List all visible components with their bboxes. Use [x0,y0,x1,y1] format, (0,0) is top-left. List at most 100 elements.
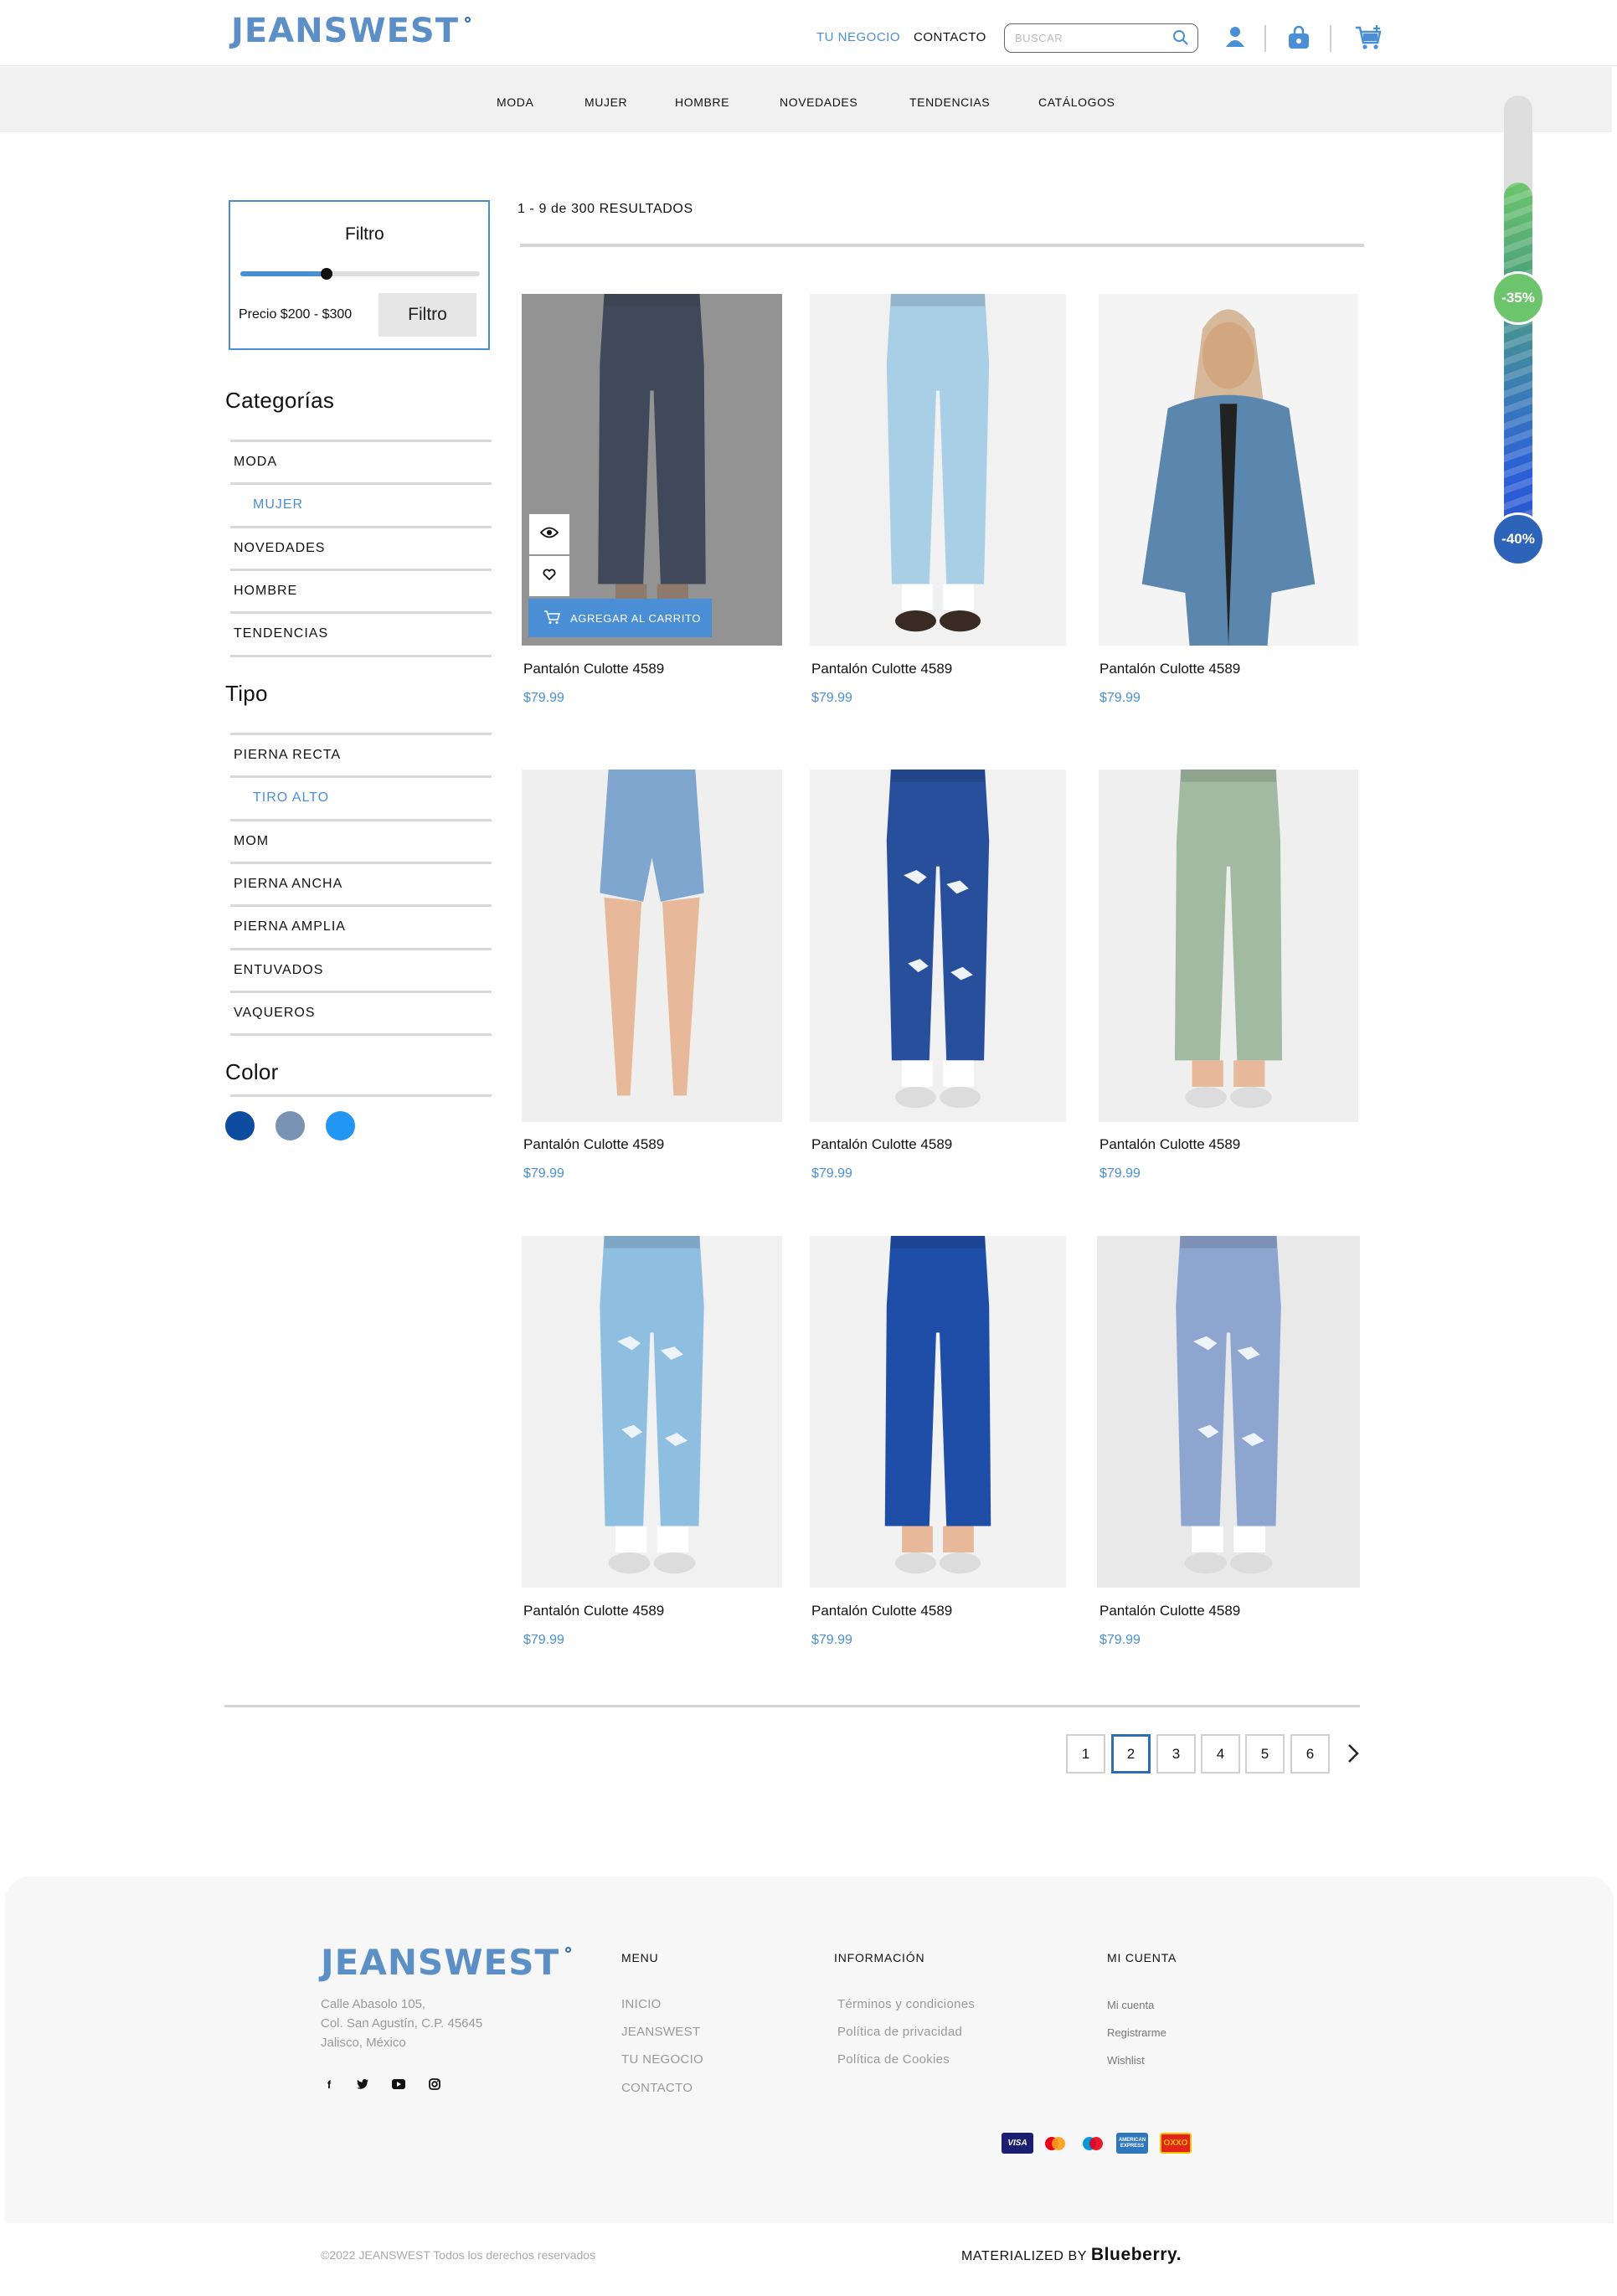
type-item-vaqueros[interactable]: VAQUEROS [234,1006,316,1021]
add-to-cart-label: AGREGAR AL CARRITO [570,611,702,625]
brand-logo-text: JEANSWEST [231,12,459,50]
product-name[interactable]: Pantalón Culotte 4589 [523,661,664,677]
credit-text[interactable]: MATERIALIZED BY Blueberry. [961,2245,1182,2265]
type-divider [230,1033,492,1037]
footer-link-privacidad[interactable]: Política de privacidad [837,2025,962,2039]
footer-account-heading: MI CUENTA [1107,1951,1177,1964]
nav-item-novedades[interactable]: NOVEDADES [780,95,857,109]
color-swatch[interactable] [225,1111,255,1140]
oxxo-payment-icon: OXXO [1160,2133,1192,2154]
facebook-icon[interactable]: f [321,2076,337,2093]
price-slider-fill [240,271,327,276]
shopping-bag-icon[interactable] [1286,25,1311,54]
category-item-mujer[interactable]: MUJER [253,497,303,512]
type-divider [230,775,492,779]
amex-payment-icon: AMERICAN EXPRESS [1116,2133,1148,2154]
mastercard-payment-icon [1039,2133,1071,2154]
product-name[interactable]: Pantalón Culotte 4589 [1099,1603,1240,1619]
category-divider [230,568,492,571]
product-image[interactable] [810,1236,1066,1588]
twitter-icon[interactable] [354,2076,371,2093]
nav-link-contact[interactable]: CONTACTO [914,30,986,44]
search-box[interactable]: BUSCAR [1004,23,1198,53]
footer-link-cookies[interactable]: Política de Cookies [837,2052,950,2067]
search-input[interactable]: BUSCAR [1015,32,1063,44]
product-price: $79.99 [1099,691,1141,705]
heart-icon [543,569,556,584]
category-item-hombre[interactable]: HOMBRE [234,584,297,599]
price-range-label: Precio $200 - $300 [239,307,353,322]
product-name[interactable]: Pantalón Culotte 4589 [811,661,952,677]
search-icon[interactable] [1172,29,1189,50]
product-price: $79.99 [1099,1166,1141,1181]
add-to-cart-button[interactable]: AGREGAR AL CARRITO [528,599,712,637]
footer-link-terminos[interactable]: Términos y condiciones [837,1997,975,2011]
footer-link-mi-cuenta[interactable]: Mi cuenta [1107,1999,1154,2011]
nav-item-tendencias[interactable]: TENDENCIAS [909,95,990,109]
footer-link-contacto[interactable]: CONTACTO [621,2081,693,2095]
page-button[interactable]: 5 [1245,1734,1285,1773]
nav-link-business[interactable]: TU NEGOCIO [816,30,900,44]
category-divider [230,525,492,528]
product-name[interactable]: Pantalón Culotte 4589 [811,1136,952,1153]
type-item-pierna-recta[interactable]: PIERNA RECTA [234,748,341,763]
product-name[interactable]: Pantalón Culotte 4589 [1099,1136,1240,1153]
type-item-pierna-amplia[interactable]: PIERNA AMPLIA [234,919,346,934]
product-name[interactable]: Pantalón Culotte 4589 [1099,661,1240,677]
page-button[interactable]: 6 [1290,1734,1330,1773]
page-button[interactable]: 4 [1201,1734,1240,1773]
instagram-icon[interactable] [426,2076,443,2093]
product-name[interactable]: Pantalón Culotte 4589 [811,1603,952,1619]
add-to-cart-icon[interactable] [1354,24,1383,55]
type-item-entuvados[interactable]: ENTUVADOS [234,963,323,978]
address-line-1: Calle Abasolo 105, [321,1997,426,2011]
category-item-moda[interactable]: MODA [234,455,277,470]
footer-link-tu-negocio[interactable]: TU NEGOCIO [621,2052,703,2067]
youtube-icon[interactable] [390,2076,407,2093]
footer-link-jeanswest[interactable]: JEANSWEST [621,2025,700,2039]
footer-link-wishlist[interactable]: Wishlist [1107,2054,1145,2067]
header-divider-2 [1330,25,1331,52]
page-button[interactable]: 1 [1066,1734,1105,1773]
category-item-tendencias[interactable]: TENDENCIAS [234,626,328,641]
product-image[interactable] [1099,294,1358,646]
product-image[interactable] [1097,1236,1360,1588]
page-button[interactable]: 3 [1156,1734,1196,1773]
footer-address: Calle Abasolo 105, Col. San Agustín, C.P… [321,1995,482,2052]
category-item-novedades[interactable]: NOVEDADES [234,541,325,556]
wishlist-button[interactable] [529,556,569,596]
color-swatch[interactable] [276,1111,305,1140]
product-image[interactable] [522,770,782,1122]
categories-heading: Categorías [225,388,335,413]
product-image[interactable] [1099,770,1358,1122]
quick-view-button[interactable] [529,514,569,554]
type-item-mom[interactable]: MOM [234,834,269,849]
product-image[interactable] [810,294,1066,646]
nav-item-hombre[interactable]: HOMBRE [675,95,729,109]
nav-item-mujer[interactable]: MUJER [584,95,627,109]
page-button[interactable]: 2 [1111,1734,1151,1773]
results-divider [520,244,1364,247]
product-image[interactable] [810,770,1066,1122]
product-price: $79.99 [811,691,852,705]
next-page-chevron-icon[interactable] [1347,1743,1360,1768]
footer-link-inicio[interactable]: INICIO [621,1997,662,2011]
nav-item-moda[interactable]: MODA [497,95,533,109]
apply-filter-button[interactable]: Filtro [379,293,476,337]
type-divider [230,904,492,908]
type-item-tiro-alto[interactable]: TIRO ALTO [253,790,329,806]
category-divider [230,440,492,442]
type-item-pierna-ancha[interactable]: PIERNA ANCHA [234,877,342,892]
nav-item-catalogos[interactable]: CATÁLOGOS [1038,95,1115,109]
color-swatch[interactable] [326,1111,355,1140]
product-image[interactable] [522,1236,782,1588]
price-slider-handle[interactable] [321,268,332,280]
product-name[interactable]: Pantalón Culotte 4589 [523,1136,664,1153]
filter-title: Filtro [345,224,384,244]
product-name[interactable]: Pantalón Culotte 4589 [523,1603,664,1619]
footer-brand-logo[interactable]: JEANSWEST [321,1942,572,1983]
brand-logo[interactable]: JEANSWEST [231,12,471,50]
credit-brand: Blueberry. [1090,2245,1182,2264]
footer-link-registrarme[interactable]: Registrarme [1107,2026,1166,2039]
user-icon[interactable] [1225,25,1245,53]
